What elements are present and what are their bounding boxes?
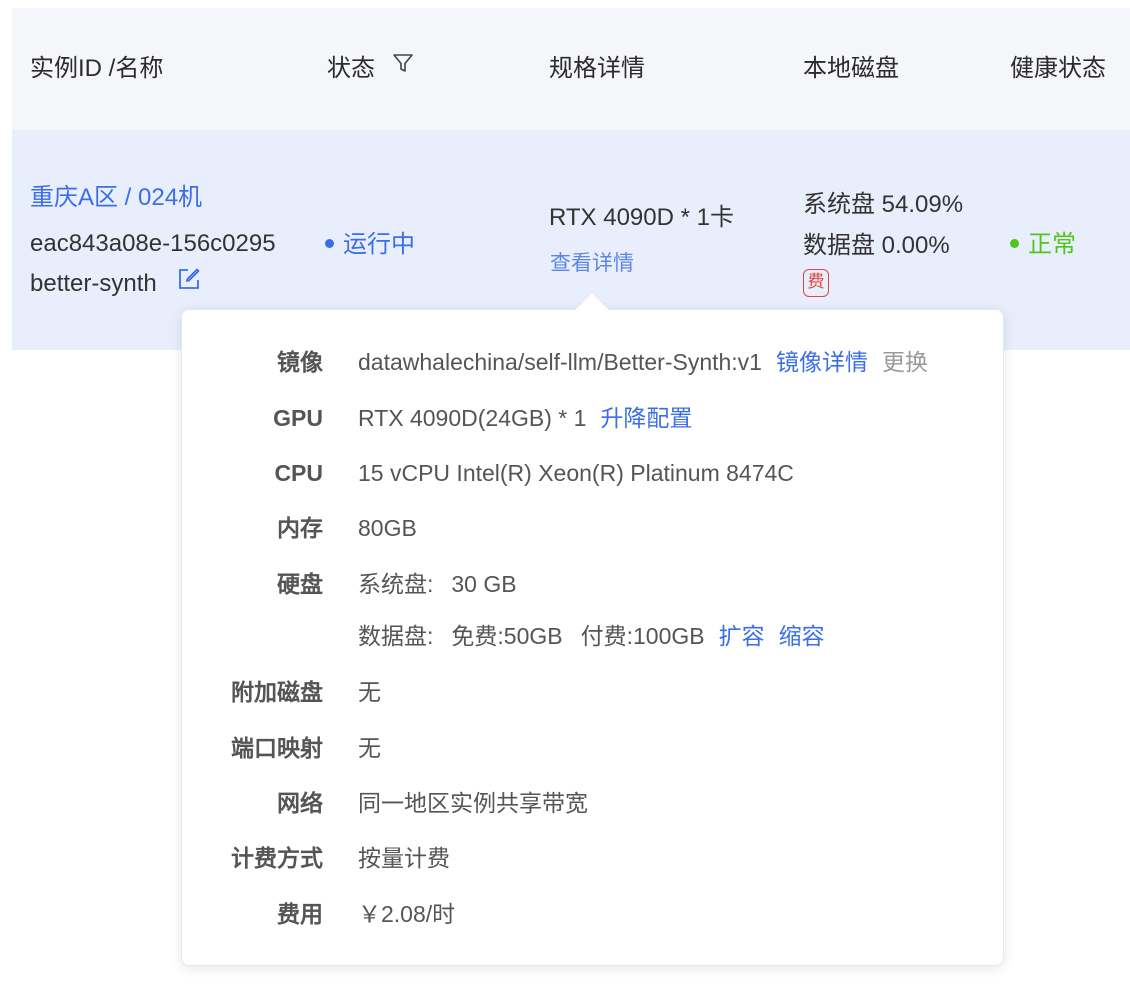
cost-label: 费用: [277, 901, 323, 927]
fee-badge-wrap: 费: [803, 266, 829, 297]
image-label: 镜像: [277, 349, 323, 375]
instance-region-link[interactable]: 重庆A区 / 024机: [30, 177, 202, 212]
network-label: 网络: [277, 790, 323, 816]
system-disk-value: 30 GB: [451, 571, 517, 597]
header-status: 状态: [327, 8, 414, 130]
system-disk-wrap: 系统盘: 30 GB: [358, 567, 517, 601]
gpu-label: GPU: [273, 405, 323, 431]
popover-row-data-disk: 数据盘: 免费:50GB 付费:100GB 扩容 缩容: [182, 619, 1005, 653]
health-badge: 正常: [1010, 224, 1076, 259]
data-disk-wrap: 数据盘: 免费:50GB 付费:100GB 扩容 缩容: [358, 619, 825, 653]
popover-row-disk: 硬盘 系统盘: 30 GB: [182, 567, 1005, 601]
popover-row-billing: 计费方式 按量计费: [182, 841, 1005, 875]
instance-list: 实例ID /名称 状态 规格详情 本地磁盘 健康状态 重庆A区 / 024机 e…: [0, 0, 1130, 997]
spec-value: RTX 4090D * 1卡: [549, 204, 734, 231]
header-status-label: 状态: [327, 55, 375, 82]
header-instance-label: 实例ID /名称: [30, 55, 164, 82]
data-disk-paid: 付费:100GB: [580, 623, 705, 649]
health-label: 正常: [1028, 231, 1076, 258]
network-value: 同一地区实例共享带宽: [358, 790, 588, 816]
disk-label: 硬盘: [277, 571, 323, 597]
cpu-value: 15 vCPU Intel(R) Xeon(R) Platinum 8474C: [358, 460, 794, 486]
extra-disk-label: 附加磁盘: [231, 679, 323, 705]
popover-row-cpu: CPU 15 vCPU Intel(R) Xeon(R) Platinum 84…: [182, 456, 1005, 490]
memory-value: 80GB: [358, 515, 417, 541]
shrink-disk-link[interactable]: 缩容: [779, 623, 825, 649]
cpu-label: CPU: [274, 460, 323, 486]
popover-row-memory: 内存 80GB: [182, 511, 1005, 545]
billing-value: 按量计费: [358, 845, 450, 871]
gpu-upgrade-link[interactable]: 升降配置: [600, 405, 692, 431]
gpu-value: RTX 4090D(24GB) * 1: [358, 405, 587, 431]
header-disk-label: 本地磁盘: [803, 55, 899, 82]
memory-label: 内存: [277, 515, 323, 541]
popover-row-network: 网络 同一地区实例共享带宽: [182, 786, 1005, 820]
data-disk-free: 免费:50GB: [451, 623, 563, 649]
header-health-label: 健康状态: [1010, 55, 1106, 82]
table-header: 实例ID /名称 状态 规格详情 本地磁盘 健康状态: [12, 8, 1130, 130]
spec-detail-popover: 镜像 datawhalechina/self-llm/Better-Synth:…: [181, 309, 1004, 966]
expand-disk-link[interactable]: 扩容: [719, 623, 765, 649]
status-dot: [325, 239, 334, 249]
gpu-value-wrap: RTX 4090D(24GB) * 1 升降配置: [358, 401, 692, 435]
header-health: 健康状态: [1010, 8, 1106, 130]
billing-label: 计费方式: [231, 845, 323, 871]
header-spec-label: 规格详情: [549, 55, 645, 82]
popover-row-port-mapping: 端口映射 无: [182, 731, 1005, 765]
instance-id: eac843a08e-156c0295: [30, 230, 276, 257]
cost-value: ￥2.08/时: [358, 901, 456, 927]
data-disk-usage: 数据盘 0.00%: [803, 232, 950, 259]
port-mapping-label: 端口映射: [231, 735, 323, 761]
instance-name-cell: better-synth: [30, 267, 201, 298]
image-detail-link[interactable]: 镜像详情: [776, 349, 868, 375]
fee-badge: 费: [803, 269, 829, 297]
popover-row-extra-disk: 附加磁盘 无: [182, 675, 1005, 709]
status-label: 运行中: [343, 231, 415, 258]
health-dot: [1010, 239, 1019, 249]
image-value: datawhalechina/self-llm/Better-Synth:v1: [358, 349, 762, 375]
image-value-wrap: datawhalechina/self-llm/Better-Synth:v1 镜…: [358, 345, 928, 379]
filter-icon[interactable]: [392, 6, 414, 128]
port-mapping-value: 无: [358, 735, 381, 761]
spec-detail-link[interactable]: 查看详情: [550, 247, 634, 277]
header-spec: 规格详情: [549, 8, 645, 130]
edit-icon[interactable]: [177, 267, 201, 298]
system-disk-usage: 系统盘 54.09%: [803, 191, 964, 218]
system-disk-label: 系统盘:: [358, 571, 434, 597]
popover-row-cost: 费用 ￥2.08/时: [182, 897, 1005, 931]
header-instance: 实例ID /名称: [30, 8, 163, 130]
data-disk-label: 数据盘:: [358, 623, 434, 649]
header-disk: 本地磁盘: [803, 8, 899, 130]
popover-row-gpu: GPU RTX 4090D(24GB) * 1 升降配置: [182, 401, 1005, 435]
popover-row-image: 镜像 datawhalechina/self-llm/Better-Synth:…: [182, 345, 1005, 379]
extra-disk-value: 无: [358, 679, 381, 705]
instance-name: better-synth: [30, 270, 157, 297]
status-badge: 运行中: [325, 224, 415, 259]
image-change-link[interactable]: 更换: [882, 349, 928, 375]
